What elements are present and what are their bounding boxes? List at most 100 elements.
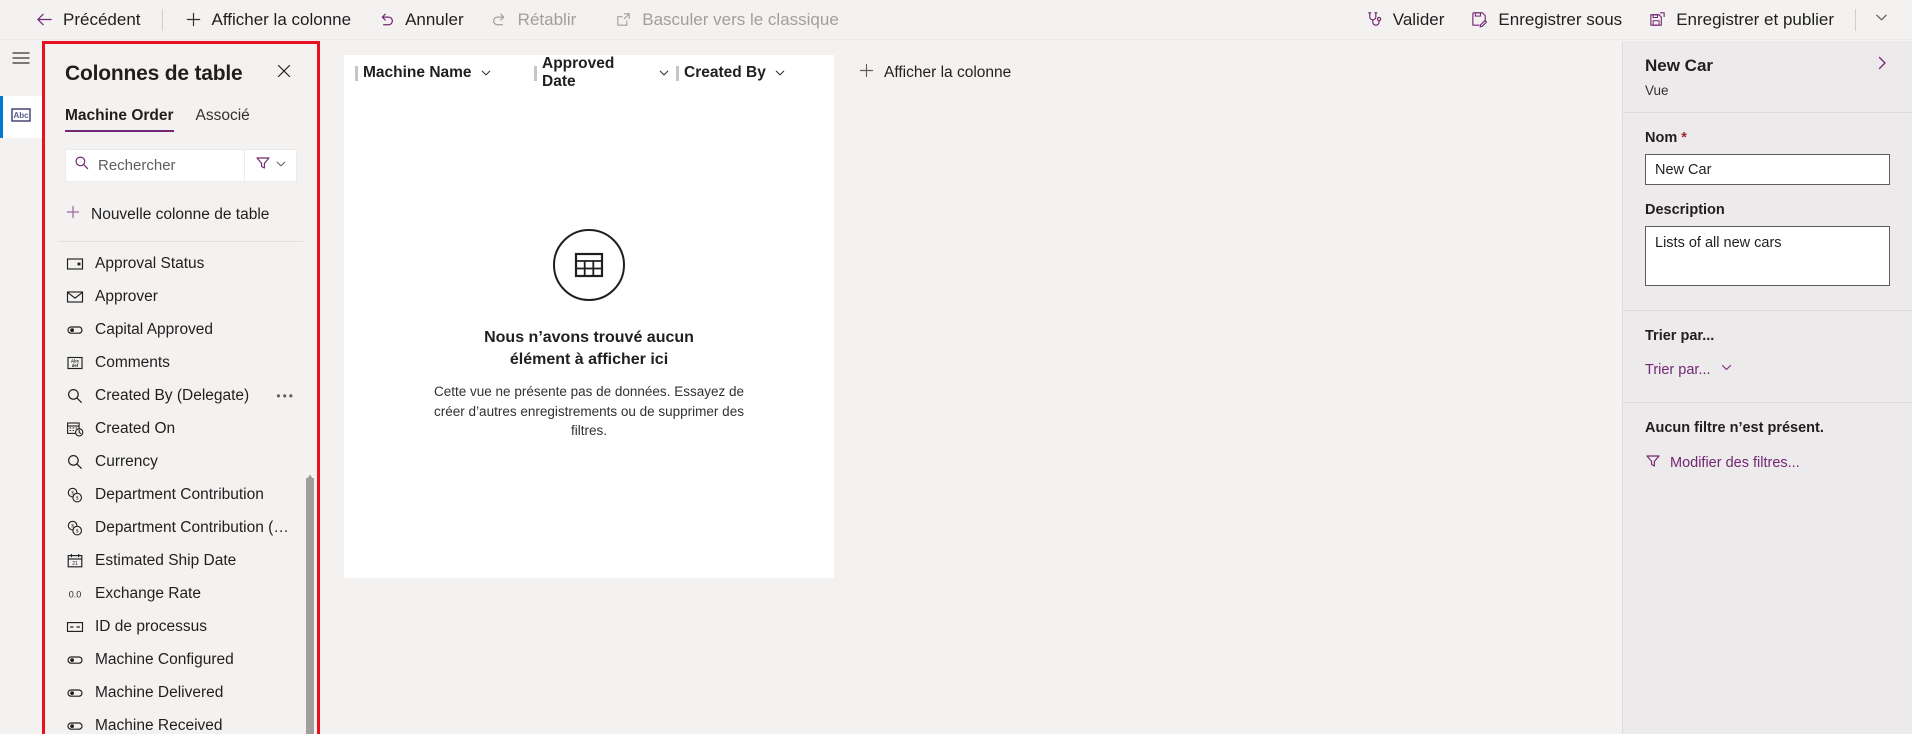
column-drag-handle[interactable] [355, 65, 358, 81]
search-box[interactable] [65, 149, 245, 182]
column-list-item[interactable]: $ $ Department Contribution [45, 479, 317, 512]
add-column-label: Afficher la colonne [884, 64, 1012, 81]
column-list-item[interactable]: Abc def Comments [45, 347, 317, 380]
datetime-icon [65, 420, 84, 439]
redo-button[interactable]: Rétablir [477, 0, 590, 40]
sort-by-button[interactable]: Trier par... [1637, 356, 1741, 383]
grid-empty-state: Nous n’avons trouvé aucun élément à affi… [344, 91, 834, 578]
grid-header-approved-date[interactable]: Approved Date [534, 55, 676, 91]
scrollbar-thumb[interactable] [306, 477, 314, 734]
expand-panel-button[interactable] [1874, 55, 1890, 76]
search-row [65, 149, 297, 182]
tab-associe[interactable]: Associé [196, 107, 250, 132]
svg-text:$: $ [75, 528, 78, 535]
plus-icon [65, 204, 81, 225]
column-list[interactable]: Approval Status Approver Capital Approved A… [45, 242, 317, 734]
chevron-down-icon[interactable] [774, 67, 786, 79]
back-button[interactable]: Précédent [22, 0, 154, 40]
switch-to-classic-button[interactable]: Basculer vers le classique [601, 0, 852, 40]
close-icon [277, 64, 291, 83]
text-abc-icon: Abc def [65, 354, 84, 373]
column-list-item[interactable]: Created By (Delegate) ••• [45, 380, 317, 413]
no-filter-message: Aucun filtre n’est présent. [1645, 420, 1824, 436]
add-column-button[interactable]: Afficher la colonne [844, 55, 1025, 91]
abc-text-icon: Abc [11, 107, 31, 128]
toggle-icon [65, 321, 84, 340]
new-table-column-button[interactable]: Nouvelle colonne de table [45, 195, 317, 241]
rail-item-abc[interactable]: Abc [0, 96, 42, 138]
chevron-down-icon [275, 157, 287, 175]
properties-header-row: New Car [1645, 55, 1890, 76]
column-list-item[interactable]: Machine Received [45, 710, 317, 734]
grid-header-label: Approved Date [542, 55, 615, 90]
column-list-item-label: Approval Status [95, 255, 205, 273]
grid-header-created-by[interactable]: Created By [676, 55, 826, 91]
hamburger-menu-button[interactable] [0, 40, 42, 80]
column-list-item-label: Department Contribution (Base) [95, 519, 297, 537]
column-list-item[interactable]: Machine Configured [45, 644, 317, 677]
grid-header-machine-name[interactable]: Machine Name [344, 55, 534, 91]
toggle-icon [65, 684, 84, 703]
column-list-item[interactable]: Approval Status [45, 248, 317, 281]
filter-dropdown-button[interactable] [245, 149, 297, 182]
command-separator-1 [161, 8, 163, 31]
column-list-item-label: Created On [95, 420, 176, 438]
name-input[interactable] [1645, 154, 1890, 185]
grid-header-row: Machine Name Approved Date Created By [344, 55, 834, 91]
description-textarea[interactable] [1645, 226, 1890, 286]
chevron-down-icon[interactable] [480, 67, 492, 79]
column-list-item[interactable]: Currency [45, 446, 317, 479]
hamburger-menu-icon [12, 51, 30, 70]
column-list-item[interactable]: $ $ Department Contribution (Base) [45, 512, 317, 545]
empty-state-title: Nous n’avons trouvé aucun élément à affi… [484, 329, 694, 369]
panel-tabs: Machine Order Associé [65, 107, 297, 132]
decimal-icon: 0.0 [65, 585, 84, 604]
column-list-item[interactable]: Approver [45, 281, 317, 314]
view-properties-panel: New Car Vue Nom * Description Trier par.… [1622, 41, 1912, 734]
column-list-item[interactable]: 21 Estimated Ship Date [45, 545, 317, 578]
view-designer-canvas: Machine Name Approved Date Created By Af… [322, 41, 1622, 734]
toggle-icon [65, 717, 84, 734]
sort-section-label: Trier par... [1645, 328, 1715, 344]
grid-header-label: Created By [684, 64, 766, 81]
command-bar: Précédent Afficher la colonne Annuler Ré… [0, 0, 1912, 40]
column-list-item[interactable]: 0.0 Exchange Rate [45, 578, 317, 611]
chevron-down-icon[interactable] [658, 67, 670, 79]
save-as-icon [1470, 10, 1489, 29]
email-icon [65, 288, 84, 307]
edit-filters-button[interactable]: Modifier des filtres... [1637, 448, 1808, 478]
properties-sort-section: Trier par... Trier par... [1623, 311, 1912, 403]
close-panel-button[interactable] [271, 60, 297, 86]
undo-label: Annuler [405, 9, 464, 29]
column-list-item-label: Approver [95, 288, 158, 306]
lookup-icon [65, 453, 84, 472]
column-list-item[interactable]: Created On [45, 413, 317, 446]
tab-machine-order[interactable]: Machine Order [65, 107, 174, 132]
save-and-publish-button[interactable]: Enregistrer et publier [1635, 0, 1847, 40]
show-column-button[interactable]: Afficher la colonne [171, 0, 365, 40]
chevron-down-icon [1720, 361, 1733, 378]
save-as-button[interactable]: Enregistrer sous [1457, 0, 1635, 40]
column-drag-handle[interactable] [676, 65, 679, 81]
toggle-icon [65, 651, 84, 670]
panel-title-row: Colonnes de table [65, 62, 297, 86]
column-drag-handle[interactable] [534, 65, 537, 81]
column-list-item[interactable]: Machine Delivered [45, 677, 317, 710]
unique-id-icon [65, 618, 84, 637]
column-item-more-button[interactable]: ••• [276, 390, 297, 402]
column-list-item-label: Machine Received [95, 717, 223, 734]
column-list-item[interactable]: ID de processus [45, 611, 317, 644]
undo-button[interactable]: Annuler [364, 0, 477, 40]
filter-icon [255, 155, 271, 176]
command-separator-2 [1855, 8, 1856, 31]
command-overflow-button[interactable] [1864, 0, 1898, 40]
column-list-item[interactable]: Capital Approved [45, 314, 317, 347]
column-list-item-label: Capital Approved [95, 321, 214, 339]
scroll-up-arrow-icon[interactable] [306, 468, 314, 479]
plus-icon [858, 62, 875, 84]
search-input[interactable] [98, 157, 236, 174]
validate-button[interactable]: Valider [1352, 0, 1458, 40]
option-set-icon [65, 255, 84, 274]
column-list-scrollbar[interactable] [306, 468, 314, 734]
